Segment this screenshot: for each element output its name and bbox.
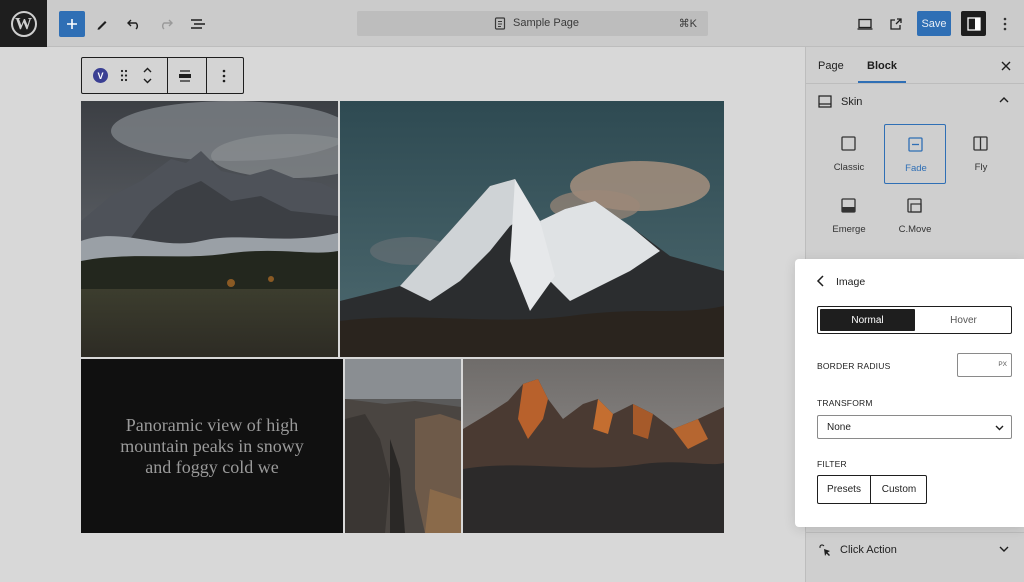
tools-button[interactable] [89, 11, 115, 37]
chevron-up-icon [999, 97, 1009, 103]
state-normal-button[interactable]: Normal [820, 309, 915, 331]
skin-option-label: Fly [974, 162, 988, 173]
emerge-icon [841, 198, 856, 213]
skin-option-label: C.Move [898, 224, 932, 235]
pointer-click-icon [819, 544, 830, 556]
command-palette-bar[interactable]: Sample Page ⌘K [357, 11, 708, 36]
external-link-icon [889, 17, 902, 30]
unit-label[interactable]: PX [998, 361, 1007, 368]
document-title: Sample Page [513, 17, 580, 29]
click-action-panel-header[interactable]: Click Action [806, 532, 1024, 568]
transform-label: TRANSFORM [817, 398, 873, 408]
options-menu-button[interactable] [996, 11, 1014, 36]
state-toggle-group: Normal Hover [817, 306, 1012, 334]
document-overview-button[interactable] [185, 11, 211, 37]
gallery-image[interactable] [345, 359, 461, 533]
skin-option-fade[interactable]: Fade [884, 124, 946, 184]
align-icon[interactable] [178, 69, 192, 83]
fade-icon [908, 137, 923, 152]
close-icon[interactable] [1000, 60, 1012, 72]
tab-block[interactable]: Block [867, 60, 897, 72]
toolbar-divider [206, 58, 207, 93]
save-button[interactable]: Save [917, 11, 951, 36]
gallery-caption-tile[interactable]: Panoramic view of high mountain peaks in… [81, 359, 343, 533]
skin-option-label: Classic [833, 162, 865, 173]
sidebar-tabs: Page Block [806, 47, 1024, 84]
gallery-image[interactable] [81, 101, 338, 357]
more-vertical-icon[interactable] [222, 69, 226, 83]
chevron-down-icon [995, 425, 1004, 431]
move-up-down-icon[interactable] [142, 66, 153, 85]
filter-custom-button[interactable]: Custom [872, 476, 926, 503]
gallery-image[interactable] [463, 359, 724, 533]
filter-button-group: Presets Custom [817, 475, 927, 504]
redo-button[interactable] [153, 11, 179, 37]
page-document-icon [494, 17, 506, 30]
shortcut-hint: ⌘K [678, 18, 697, 30]
toolbar-divider [167, 58, 168, 93]
sidebar-icon [966, 16, 981, 31]
wordpress-icon: W [10, 10, 37, 37]
skin-option-fly[interactable]: Fly [950, 124, 1012, 184]
tab-page[interactable]: Page [818, 60, 844, 72]
gallery-caption: Panoramic view of high mountain peaks in… [120, 414, 304, 477]
add-block-button[interactable] [59, 11, 85, 37]
block-type-badge[interactable]: V [93, 68, 108, 83]
square-icon [841, 136, 856, 151]
editor-top-bar: W Sample Page ⌘K Save [0, 0, 1024, 47]
undo-button[interactable] [121, 11, 147, 37]
list-view-icon [191, 19, 205, 29]
skin-option-emerge[interactable]: Emerge [818, 186, 880, 246]
columns-icon [973, 136, 988, 151]
view-page-button[interactable] [882, 11, 908, 37]
skin-option-label: Fade [905, 163, 927, 174]
filter-label: FILTER [817, 459, 847, 469]
border-radius-label: BORDER RADIUS [817, 361, 891, 371]
wordpress-logo[interactable]: W [0, 0, 47, 47]
undo-icon [127, 19, 138, 30]
skin-panel-header[interactable]: Skin [806, 84, 1024, 120]
block-toolbar: V [81, 57, 244, 94]
more-vertical-icon [1003, 17, 1007, 30]
settings-toggle-button[interactable] [961, 11, 986, 36]
chevron-down-icon [999, 546, 1009, 552]
gallery-image[interactable] [340, 101, 724, 357]
skin-option-label: Emerge [832, 224, 866, 235]
c-move-icon [907, 198, 922, 213]
plus-icon [67, 19, 77, 29]
skin-option-classic[interactable]: Classic [818, 124, 880, 184]
drag-handle-icon[interactable] [120, 69, 128, 82]
skin-panel-icon [818, 95, 832, 108]
transform-select-value: None [827, 422, 851, 433]
skin-panel-title: Skin [841, 96, 863, 108]
pencil-icon [97, 21, 107, 30]
desktop-icon [857, 18, 873, 30]
image-style-popover: Image Normal Hover BORDER RADIUS PX TRAN… [795, 259, 1024, 527]
transform-select[interactable]: None [817, 415, 1012, 439]
redo-icon [162, 19, 173, 30]
border-radius-input[interactable]: PX [957, 353, 1012, 377]
popover-title: Image [836, 276, 866, 288]
active-tab-indicator [858, 81, 906, 83]
filter-presets-button[interactable]: Presets [818, 476, 871, 503]
chevron-left-icon[interactable] [815, 274, 827, 288]
skin-option-c-move[interactable]: C.Move [884, 186, 946, 246]
state-hover-button[interactable]: Hover [916, 309, 1011, 331]
click-action-title: Click Action [840, 544, 897, 556]
preview-button[interactable] [852, 11, 878, 37]
